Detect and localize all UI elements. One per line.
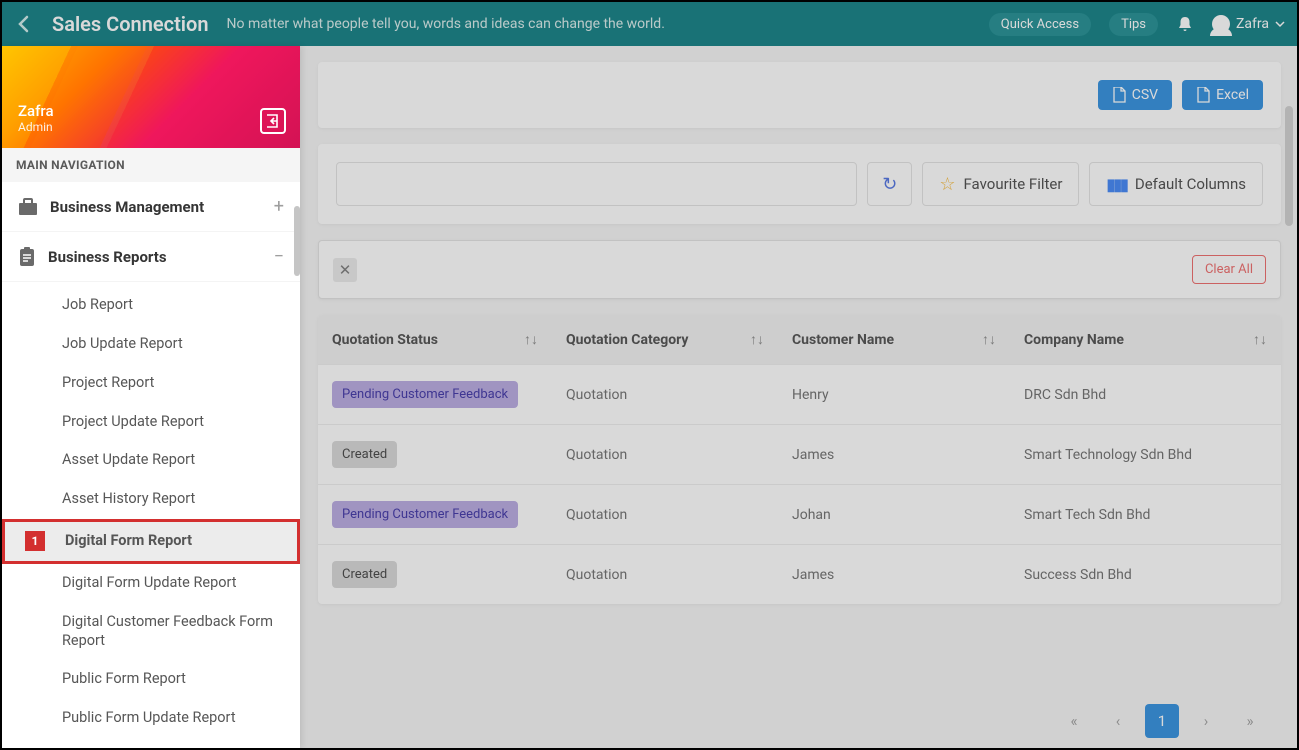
expand-icon: + [274,196,284,217]
sidebar: Zafra Admin MAIN NAVIGATION Business Man… [2,46,300,748]
avatar-icon [1212,15,1230,33]
sidebar-user-role: Admin [18,120,284,134]
data-table: Quotation Status↑↓ Quotation Category↑↓ … [318,315,1281,604]
col-customer-name[interactable]: Customer Name↑↓ [778,315,1010,364]
default-columns-button[interactable]: ▮▮▮Default Columns [1089,162,1263,206]
nav-title: MAIN NAVIGATION [2,148,300,182]
table-row[interactable]: Pending Customer FeedbackQuotationJohanS… [318,484,1281,544]
sort-icon: ↑↓ [750,331,764,348]
clipboard-icon [18,247,36,267]
collapse-icon: − [274,246,284,267]
page-next[interactable]: › [1189,704,1223,738]
sidebar-item-digital-customer-feedback-form-report[interactable]: Digital Customer Feedback Form Report [2,603,300,661]
status-badge: Created [332,561,397,588]
clear-all-button[interactable]: Clear All [1192,255,1266,284]
sort-icon: ↑↓ [1253,331,1267,348]
sidebar-item-public-form-report[interactable]: Public Form Report [2,660,300,699]
sidebar-user-name: Zafra [18,102,284,120]
sidebar-item-asset-history-report[interactable]: Asset History Report [2,480,300,519]
sidebar-item-project-update-report[interactable]: Project Update Report [2,403,300,442]
page-prev[interactable]: ‹ [1101,704,1135,738]
app-brand: Sales Connection [52,12,209,36]
active-filters-bar: ✕ Clear All [318,240,1281,299]
user-name-label: Zafra [1236,16,1269,32]
col-quotation-category[interactable]: Quotation Category↑↓ [552,315,778,364]
status-badge: Created [332,441,397,468]
columns-icon: ▮▮▮ [1106,175,1126,194]
sidebar-item-project-report[interactable]: Project Report [2,364,300,403]
filter-input[interactable] [336,162,857,206]
pagination: « ‹ 1 › » [1057,704,1267,738]
export-excel-button[interactable]: Excel [1182,80,1263,110]
quick-access-button[interactable]: Quick Access [989,13,1091,36]
export-csv-button[interactable]: CSV [1098,80,1172,110]
sidebar-header: Zafra Admin [2,46,300,148]
table-header-row: Quotation Status↑↓ Quotation Category↑↓ … [318,315,1281,364]
tips-button[interactable]: Tips [1109,13,1158,36]
callout-badge: 1 [25,531,45,551]
sidebar-item-asset-update-report[interactable]: Asset Update Report [2,441,300,480]
sidebar-item-digital-form-update-report[interactable]: Digital Form Update Report [2,564,300,603]
filter-bar: ↻ ☆Favourite Filter ▮▮▮Default Columns [318,144,1281,224]
favourite-filter-button[interactable]: ☆Favourite Filter [922,162,1079,206]
table-row[interactable]: CreatedQuotationJamesSuccess Sdn Bhd [318,544,1281,604]
scrollbar[interactable] [1285,106,1293,226]
sidebar-scrollbar[interactable] [294,206,300,276]
sort-icon: ↑↓ [524,331,538,348]
star-icon: ☆ [939,174,955,195]
page-last[interactable]: » [1233,704,1267,738]
col-company-name[interactable]: Company Name↑↓ [1010,315,1281,364]
sidebar-item-job-update-report[interactable]: Job Update Report [2,325,300,364]
export-card: CSV Excel [318,62,1281,128]
table-row[interactable]: Pending Customer FeedbackQuotationHenryD… [318,364,1281,424]
col-quotation-status[interactable]: Quotation Status↑↓ [318,315,552,364]
collapse-sidebar-icon[interactable] [260,108,286,134]
sidebar-item-public-form-update-report[interactable]: Public Form Update Report [2,699,300,738]
briefcase-icon [18,198,38,216]
clear-chip-icon[interactable]: ✕ [333,258,357,282]
section-business-reports[interactable]: Business Reports − [2,232,300,282]
status-badge: Pending Customer Feedback [332,381,518,408]
top-header: Sales Connection No matter what people t… [2,2,1297,46]
page-current[interactable]: 1 [1145,704,1179,738]
refresh-button[interactable]: ↻ [867,162,912,206]
sort-icon: ↑↓ [982,331,996,348]
page-first[interactable]: « [1057,704,1091,738]
section-business-management[interactable]: Business Management + [2,182,300,232]
header-tagline: No matter what people tell you, words an… [227,16,665,32]
user-menu[interactable]: Zafra [1212,15,1285,33]
status-badge: Pending Customer Feedback [332,501,518,528]
file-icon [1112,87,1126,103]
sidebar-item-job-report[interactable]: Job Report [2,286,300,325]
notifications-icon[interactable] [1176,15,1194,33]
chevron-down-icon [1275,19,1285,29]
back-arrow-icon[interactable] [14,14,34,34]
sidebar-item-digital-form-report[interactable]: Digital Form Report1 [2,519,300,564]
file-icon [1196,87,1210,103]
refresh-icon: ↻ [882,174,897,195]
table-row[interactable]: CreatedQuotationJamesSmart Technology Sd… [318,424,1281,484]
